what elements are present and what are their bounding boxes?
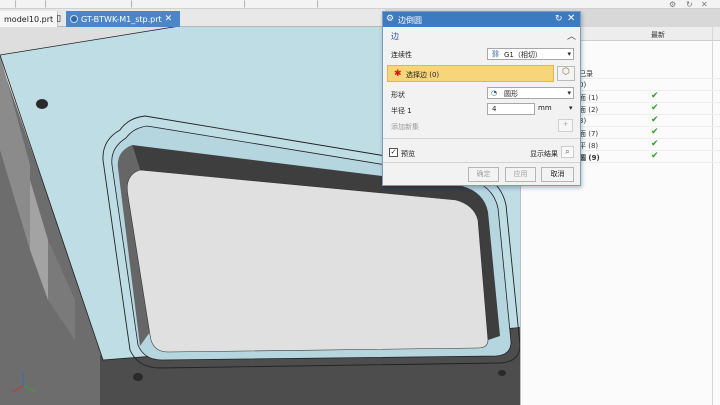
dialog-title-bar[interactable]: ⚙ 边倒圆 ↻ ✕: [383, 12, 580, 27]
page-icon: ▯: [56, 13, 62, 24]
chevron-down-icon: ▾: [567, 50, 571, 58]
continuity-dropdown[interactable]: ⛓ G1（相切） ▾: [487, 48, 574, 60]
toolbar-separator: │: [316, 1, 320, 8]
asterisk-icon: ✱: [394, 69, 402, 79]
close-icon[interactable]: ✕: [165, 12, 173, 27]
cancel-button[interactable]: 取消: [541, 167, 574, 182]
continuity-value: G1（相切）: [504, 51, 542, 59]
chevron-down-icon: ▾: [569, 104, 573, 112]
check-icon: ✔: [651, 103, 659, 113]
edge-blend-dialog: ⚙ 边倒圆 ↻ ✕ 边 ︿ 连续性 ⛓ G1（相切） ▾ ✱ 选择边 (0) ⬡…: [382, 11, 581, 186]
select-edge-field[interactable]: ✱ 选择边 (0): [387, 65, 554, 82]
toolbar-separator: │: [44, 1, 48, 8]
section-title: 边: [391, 32, 399, 41]
apply-button[interactable]: 应用: [505, 167, 536, 182]
divider: [383, 162, 580, 163]
check-icon: ✔: [651, 139, 659, 149]
divider: [383, 138, 580, 139]
tab-label: model10.prt: [4, 14, 54, 24]
toolbar-separator: │: [243, 1, 247, 8]
column-latest[interactable]: 最新: [651, 30, 665, 40]
gear-icon[interactable]: ⚙: [386, 14, 394, 24]
plus-icon[interactable]: +: [558, 119, 573, 132]
dialog-title: 边倒圆: [398, 16, 422, 25]
close-icon[interactable]: ✕: [701, 0, 708, 9]
chain-icon: ⛓: [491, 50, 500, 58]
check-icon: ✔: [651, 115, 659, 125]
preview-label: 预览: [401, 150, 415, 158]
shape-value: 圆形: [504, 90, 518, 98]
check-icon: ✔: [651, 91, 659, 101]
hole: [36, 99, 48, 109]
section-header-edge[interactable]: 边 ︿: [383, 29, 580, 42]
chevron-up-icon[interactable]: ︿: [567, 29, 576, 42]
ok-button[interactable]: 确定: [468, 167, 499, 182]
part-icon: [70, 15, 78, 23]
tab-label: GT-BTWK-M1_stp.prt: [81, 14, 162, 24]
chevron-down-icon: ▾: [567, 89, 571, 97]
row-label: 圆 (9): [579, 154, 600, 162]
preview-checkbox[interactable]: ✓: [389, 148, 398, 157]
row-label: 面 (1): [579, 94, 599, 102]
close-icon[interactable]: ✕: [567, 13, 575, 24]
row-label: 面 (2): [579, 106, 599, 114]
toolbar-separator: │: [130, 1, 134, 8]
radius-value: 4: [492, 105, 497, 113]
toolbar-separator: │: [14, 1, 18, 8]
continuity-label: 连续性: [391, 51, 412, 59]
add-new-set-label: 添加新集: [391, 123, 419, 131]
reset-icon[interactable]: ↻: [555, 14, 563, 24]
magnifier-icon[interactable]: ⌕: [561, 146, 574, 158]
fillet-shape-icon: ◔: [491, 89, 498, 97]
select-edge-label: 选择边 (0): [406, 71, 440, 79]
hole: [498, 370, 506, 376]
shape-dropdown[interactable]: ◔ 圆形 ▾: [487, 87, 574, 99]
row-label: 面 (7): [579, 130, 599, 138]
axis-triad-icon: [11, 372, 36, 393]
radius-unit-dropdown[interactable]: mm ▾: [538, 103, 576, 115]
shape-label: 形状: [391, 91, 405, 99]
check-icon: ✔: [651, 127, 659, 137]
tab-bar: model10.prt ▯ GT-BTWK-M1_stp.prt ✕: [0, 9, 385, 27]
check-icon: ✔: [651, 151, 659, 161]
tab-gt-btwk[interactable]: GT-BTWK-M1_stp.prt ✕: [66, 11, 180, 27]
row-label: 己录: [579, 70, 593, 78]
row-label: 平 (8): [579, 142, 599, 150]
cube-icon[interactable]: ⬡: [557, 66, 575, 81]
radius-input[interactable]: 4: [487, 103, 535, 115]
radius-label: 半径 1: [391, 107, 412, 115]
tab-model10[interactable]: model10.prt ▯: [0, 11, 62, 27]
settings-icon[interactable]: ⚙: [669, 0, 676, 9]
show-result-label: 显示结果: [530, 150, 558, 158]
toolbar: │ │ │ │ │: [0, 0, 720, 9]
radius-unit: mm: [538, 104, 552, 112]
hole: [133, 373, 143, 381]
reset-icon[interactable]: ↻: [686, 0, 693, 9]
